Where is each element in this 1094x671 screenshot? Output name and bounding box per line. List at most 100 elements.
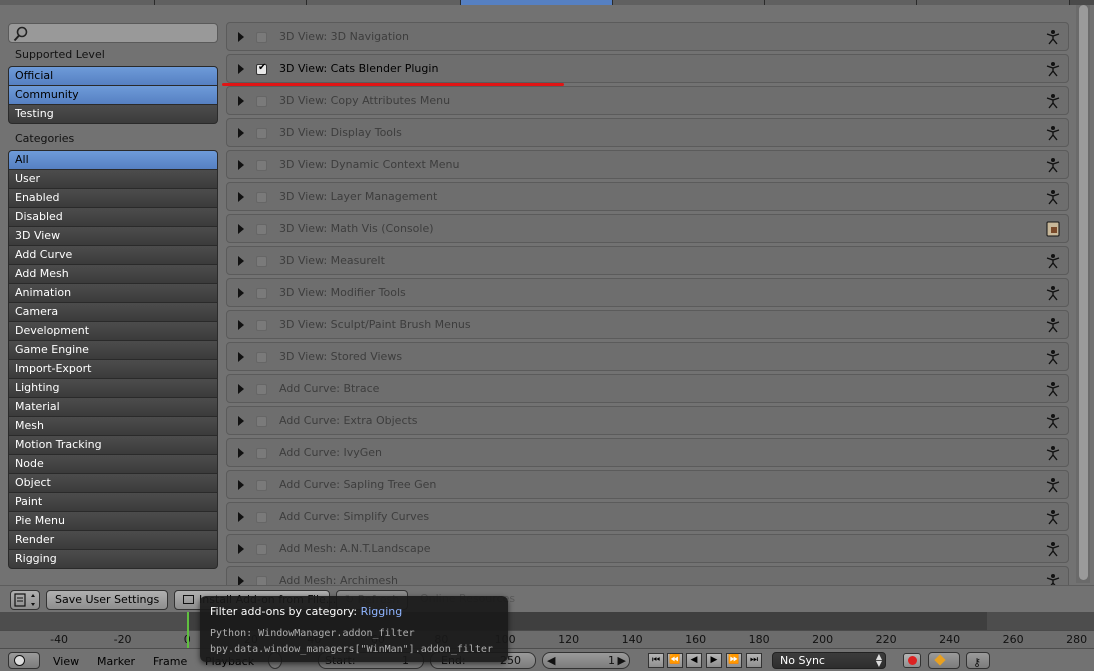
level-testing[interactable]: Testing xyxy=(8,104,218,124)
addon-enable-checkbox[interactable] xyxy=(256,512,267,523)
addon-row[interactable]: Add Curve: Btrace xyxy=(226,374,1069,403)
category-camera[interactable]: Camera xyxy=(8,302,218,322)
expand-triangle-icon[interactable] xyxy=(238,544,244,554)
category-pie-menu[interactable]: Pie Menu xyxy=(8,511,218,531)
category-mesh[interactable]: Mesh xyxy=(8,416,218,436)
scrollbar-thumb[interactable] xyxy=(1079,5,1088,580)
menu-frame[interactable]: Frame xyxy=(153,655,187,668)
addon-row[interactable]: 3D View: Cats Blender Plugin xyxy=(226,54,1069,83)
decrement-arrow-icon[interactable]: ◀ xyxy=(547,653,555,668)
expand-triangle-icon[interactable] xyxy=(238,352,244,362)
key-insert-button[interactable]: ⚷ xyxy=(966,652,990,669)
category-paint[interactable]: Paint xyxy=(8,492,218,512)
category-development[interactable]: Development xyxy=(8,321,218,341)
category-rigging[interactable]: Rigging xyxy=(8,549,218,569)
addon-row[interactable]: 3D View: Math Vis (Console) xyxy=(226,214,1069,243)
search-input[interactable] xyxy=(8,23,218,43)
addon-row[interactable]: 3D View: Display Tools xyxy=(226,118,1069,147)
expand-triangle-icon[interactable] xyxy=(238,320,244,330)
category-user[interactable]: User xyxy=(8,169,218,189)
timeline-ruler[interactable]: -40-200204060801001201401601802002202402… xyxy=(0,630,1094,648)
addon-row[interactable]: 3D View: 3D Navigation xyxy=(226,22,1069,51)
category-motion-tracking[interactable]: Motion Tracking xyxy=(8,435,218,455)
expand-triangle-icon[interactable] xyxy=(238,480,244,490)
expand-triangle-icon[interactable] xyxy=(238,192,244,202)
increment-arrow-icon[interactable]: ▶ xyxy=(618,653,626,668)
category-3d-view[interactable]: 3D View xyxy=(8,226,218,246)
addon-enable-checkbox[interactable] xyxy=(256,480,267,491)
jump-to-end-button[interactable]: ⏭ xyxy=(746,653,762,668)
category-disabled[interactable]: Disabled xyxy=(8,207,218,227)
category-render[interactable]: Render xyxy=(8,530,218,550)
expand-triangle-icon[interactable] xyxy=(238,128,244,138)
expand-triangle-icon[interactable] xyxy=(238,64,244,74)
category-import-export[interactable]: Import-Export xyxy=(8,359,218,379)
expand-triangle-icon[interactable] xyxy=(238,384,244,394)
addon-list-scrollbar[interactable] xyxy=(1076,5,1090,583)
addon-row[interactable]: 3D View: Dynamic Context Menu xyxy=(226,150,1069,179)
addon-enable-checkbox[interactable] xyxy=(256,288,267,299)
addon-enable-checkbox[interactable] xyxy=(256,544,267,555)
addon-enable-checkbox[interactable] xyxy=(256,320,267,331)
expand-triangle-icon[interactable] xyxy=(238,576,244,585)
addon-row[interactable]: Add Curve: Sapling Tree Gen xyxy=(226,470,1069,499)
addon-row[interactable]: 3D View: MeasureIt xyxy=(226,246,1069,275)
addon-enable-checkbox[interactable] xyxy=(256,448,267,459)
category-enabled[interactable]: Enabled xyxy=(8,188,218,208)
menu-marker[interactable]: Marker xyxy=(97,655,135,668)
category-material[interactable]: Material xyxy=(8,397,218,417)
addon-enable-checkbox[interactable] xyxy=(256,128,267,139)
save-user-settings-button[interactable]: Save User Settings xyxy=(46,590,168,610)
expand-triangle-icon[interactable] xyxy=(238,416,244,426)
menu-view[interactable]: View xyxy=(53,655,79,668)
addon-row[interactable]: Add Mesh: Archimesh xyxy=(226,566,1069,585)
timeline-editor-type-button[interactable] xyxy=(8,652,40,669)
category-lighting[interactable]: Lighting xyxy=(8,378,218,398)
editor-type-button[interactable] xyxy=(10,590,40,610)
addon-row[interactable]: Add Curve: Simplify Curves xyxy=(226,502,1069,531)
addon-enable-checkbox[interactable] xyxy=(256,96,267,107)
sync-mode-dropdown[interactable]: No Sync ▲ ▼ xyxy=(772,652,886,669)
category-animation[interactable]: Animation xyxy=(8,283,218,303)
addon-row[interactable]: Add Curve: Extra Objects xyxy=(226,406,1069,435)
expand-triangle-icon[interactable] xyxy=(238,448,244,458)
category-add-mesh[interactable]: Add Mesh xyxy=(8,264,218,284)
addon-enable-checkbox[interactable] xyxy=(256,224,267,235)
addon-enable-checkbox[interactable] xyxy=(256,416,267,427)
addon-enable-checkbox[interactable] xyxy=(256,576,267,585)
jump-to-prev-keyframe-button[interactable]: ⏪ xyxy=(667,653,683,668)
addon-row[interactable]: 3D View: Layer Management xyxy=(226,182,1069,211)
addon-enable-checkbox[interactable] xyxy=(256,32,267,43)
expand-triangle-icon[interactable] xyxy=(238,224,244,234)
timeline[interactable]: -40-200204060801001201401601802002202402… xyxy=(0,612,1094,648)
addon-row[interactable]: Add Mesh: A.N.T.Landscape xyxy=(226,534,1069,563)
play-button[interactable]: ▶ xyxy=(706,653,722,668)
addon-enable-checkbox[interactable] xyxy=(256,352,267,363)
category-node[interactable]: Node xyxy=(8,454,218,474)
level-community[interactable]: Community xyxy=(8,85,218,105)
category-all[interactable]: All xyxy=(8,150,218,170)
addon-enable-checkbox[interactable] xyxy=(256,384,267,395)
jump-to-next-keyframe-button[interactable]: ⏩ xyxy=(726,653,742,668)
playhead[interactable] xyxy=(187,612,189,648)
addon-row[interactable]: 3D View: Stored Views xyxy=(226,342,1069,371)
expand-triangle-icon[interactable] xyxy=(238,96,244,106)
addon-row[interactable]: 3D View: Copy Attributes Menu xyxy=(226,86,1069,115)
addon-row[interactable]: 3D View: Modifier Tools xyxy=(226,278,1069,307)
expand-triangle-icon[interactable] xyxy=(238,512,244,522)
expand-triangle-icon[interactable] xyxy=(238,288,244,298)
expand-triangle-icon[interactable] xyxy=(238,32,244,42)
addon-enable-checkbox[interactable] xyxy=(256,62,267,75)
expand-triangle-icon[interactable] xyxy=(238,160,244,170)
addon-enable-checkbox[interactable] xyxy=(256,160,267,171)
addon-enable-checkbox[interactable] xyxy=(256,192,267,203)
record-icon[interactable] xyxy=(903,653,921,668)
addon-enable-checkbox[interactable] xyxy=(256,256,267,267)
addon-row[interactable]: Add Curve: IvyGen xyxy=(226,438,1069,467)
level-official[interactable]: Official xyxy=(8,66,218,86)
category-add-curve[interactable]: Add Curve xyxy=(8,245,218,265)
addon-row[interactable]: 3D View: Sculpt/Paint Brush Menus xyxy=(226,310,1069,339)
keying-set-button[interactable] xyxy=(928,652,960,669)
current-frame-field[interactable]: ◀ 1 ▶ xyxy=(542,652,630,669)
category-object[interactable]: Object xyxy=(8,473,218,493)
